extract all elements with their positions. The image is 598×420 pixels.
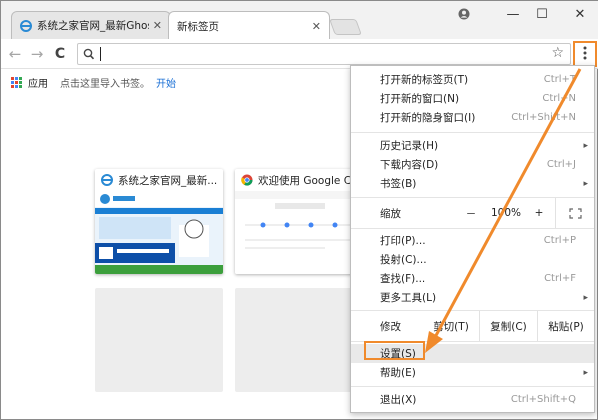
paste-button[interactable]: 粘贴(P) (537, 311, 594, 341)
menu-item-downloads[interactable]: 下载内容(D) Ctrl+J (351, 155, 594, 174)
tab-close-icon[interactable]: ✕ (312, 20, 321, 33)
address-bar[interactable]: ☆ (77, 43, 571, 65)
tab-close-icon[interactable]: ✕ (153, 19, 162, 32)
zoom-out-button[interactable]: － (459, 198, 483, 228)
menu-separator (351, 228, 594, 229)
back-button[interactable]: ← (7, 45, 23, 63)
tile-header: 欢迎使用 Google C... (235, 169, 363, 191)
menu-item-bookmarks[interactable]: 书签(B) ▸ (351, 174, 594, 193)
import-bookmarks-hint: 点击这里导入书签。 (60, 78, 150, 90)
tab-new-tab[interactable]: 新标签页 ✕ (168, 11, 330, 40)
menu-item-label: 打开新的标签页(T) (380, 74, 469, 86)
tile-title: 系统之家官网_最新... (118, 174, 218, 187)
import-start-link[interactable]: 开始 (156, 75, 176, 90)
fullscreen-icon[interactable] (555, 198, 594, 228)
menu-item-label: 历史记录(H) (380, 140, 439, 152)
menu-item-more-tools[interactable]: 更多工具(L) ▸ (351, 288, 594, 307)
tab-xitongzhijia[interactable]: 系统之家官网_最新Ghos ✕ (11, 11, 171, 39)
menu-item-cast[interactable]: 投射(C)... (351, 250, 594, 269)
menu-item-shortcut: Ctrl+Shift+Q (510, 394, 576, 405)
apps-grid-icon[interactable] (11, 76, 22, 88)
tile-title: 欢迎使用 Google C... (258, 174, 362, 187)
menu-zoom-row: 缩放 － 100% + (351, 198, 594, 228)
minimize-button[interactable]: — (502, 5, 524, 23)
menu-item-history[interactable]: 历史记录(H) ▸ (351, 136, 594, 155)
forward-button[interactable]: → (29, 45, 45, 63)
most-visited-tile-xitongzhijia[interactable]: 系统之家官网_最新... (95, 169, 223, 274)
menu-item-label: 投射(C)... (380, 254, 427, 266)
text-caret (100, 47, 101, 61)
search-icon (83, 47, 95, 64)
menu-item-label: 查找(F)... (380, 273, 426, 285)
new-tab-button[interactable] (329, 19, 362, 35)
menu-item-new-incognito-window[interactable]: 打开新的隐身窗口(I) Ctrl+Shift+N (351, 108, 594, 127)
menu-item-label: 帮助(E) (380, 367, 416, 379)
zoom-label: 缩放 (380, 207, 401, 220)
submenu-arrow-icon: ▸ (583, 367, 588, 378)
menu-item-shortcut: Ctrl+P (543, 235, 576, 246)
tile-header: 系统之家官网_最新... (95, 169, 223, 191)
browser-window: 系统之家官网_最新Ghos ✕ 新标签页 ✕ — ☐ ✕ ← → C ☆ 应用 … (0, 0, 598, 420)
ie-favicon-icon (20, 19, 32, 32)
menu-edit-row: 修改 剪切(T) 复制(C) 粘贴(P) (351, 311, 594, 341)
settings-highlight-box (364, 341, 425, 360)
chrome-menu-button[interactable] (573, 41, 597, 67)
title-bar: 系统之家官网_最新Ghos ✕ 新标签页 ✕ — ☐ ✕ (1, 1, 598, 40)
site-thumbnail (95, 191, 223, 274)
menu-item-new-window[interactable]: 打开新的窗口(N) Ctrl+N (351, 89, 594, 108)
maximize-button[interactable]: ☐ (531, 5, 553, 23)
menu-item-label: 打印(P)... (380, 235, 426, 247)
menu-item-shortcut: Ctrl+J (546, 159, 576, 170)
menu-item-shortcut: Ctrl+T (543, 74, 576, 85)
menu-item-label: 打开新的窗口(N) (380, 93, 460, 105)
tab-title: 新标签页 (177, 20, 219, 33)
edit-label: 修改 (380, 320, 401, 333)
menu-item-shortcut: Ctrl+F (544, 273, 576, 284)
menu-separator (351, 132, 594, 133)
submenu-arrow-icon: ▸ (583, 292, 588, 303)
bookmark-star-icon[interactable]: ☆ (551, 45, 564, 61)
site-thumbnail (235, 191, 363, 274)
menu-item-exit[interactable]: 退出(X) Ctrl+Shift+Q (351, 390, 594, 409)
tab-title: 系统之家官网_最新Ghos (37, 20, 149, 32)
menu-item-label: 更多工具(L) (380, 292, 437, 304)
menu-item-label: 书签(B) (380, 178, 417, 190)
menu-item-shortcut: Ctrl+N (542, 93, 576, 104)
menu-item-new-tab[interactable]: 打开新的标签页(T) Ctrl+T (351, 70, 594, 89)
ie-favicon-icon (101, 174, 113, 186)
menu-separator (351, 386, 594, 387)
close-window-button[interactable]: ✕ (569, 5, 591, 23)
chrome-main-menu: 打开新的标签页(T) Ctrl+T 打开新的窗口(N) Ctrl+N 打开新的隐… (350, 65, 595, 413)
zoom-in-button[interactable]: + (527, 198, 551, 228)
empty-tile (235, 288, 363, 392)
menu-item-label: 下载内容(D) (380, 159, 439, 171)
profile-icon[interactable] (453, 5, 475, 23)
copy-button[interactable]: 复制(C) (479, 311, 537, 341)
zoom-level-value: 100% (490, 207, 522, 219)
menu-item-shortcut: Ctrl+Shift+N (511, 112, 576, 123)
submenu-arrow-icon: ▸ (583, 178, 588, 189)
empty-tile (95, 288, 223, 392)
more-vert-icon (583, 46, 587, 63)
menu-item-label: 退出(X) (380, 394, 417, 406)
reload-button[interactable]: C (52, 45, 68, 63)
cut-button[interactable]: 剪切(T) (423, 311, 479, 341)
menu-item-print[interactable]: 打印(P)... Ctrl+P (351, 231, 594, 250)
menu-item-find[interactable]: 查找(F)... Ctrl+F (351, 269, 594, 288)
menu-item-help[interactable]: 帮助(E) ▸ (351, 363, 594, 382)
chrome-logo-icon (241, 174, 253, 186)
most-visited-tile-google-chrome[interactable]: 欢迎使用 Google C... (235, 169, 363, 274)
apps-link[interactable]: 应用 (28, 75, 48, 90)
submenu-arrow-icon: ▸ (583, 140, 588, 151)
menu-item-label: 打开新的隐身窗口(I) (380, 112, 476, 124)
